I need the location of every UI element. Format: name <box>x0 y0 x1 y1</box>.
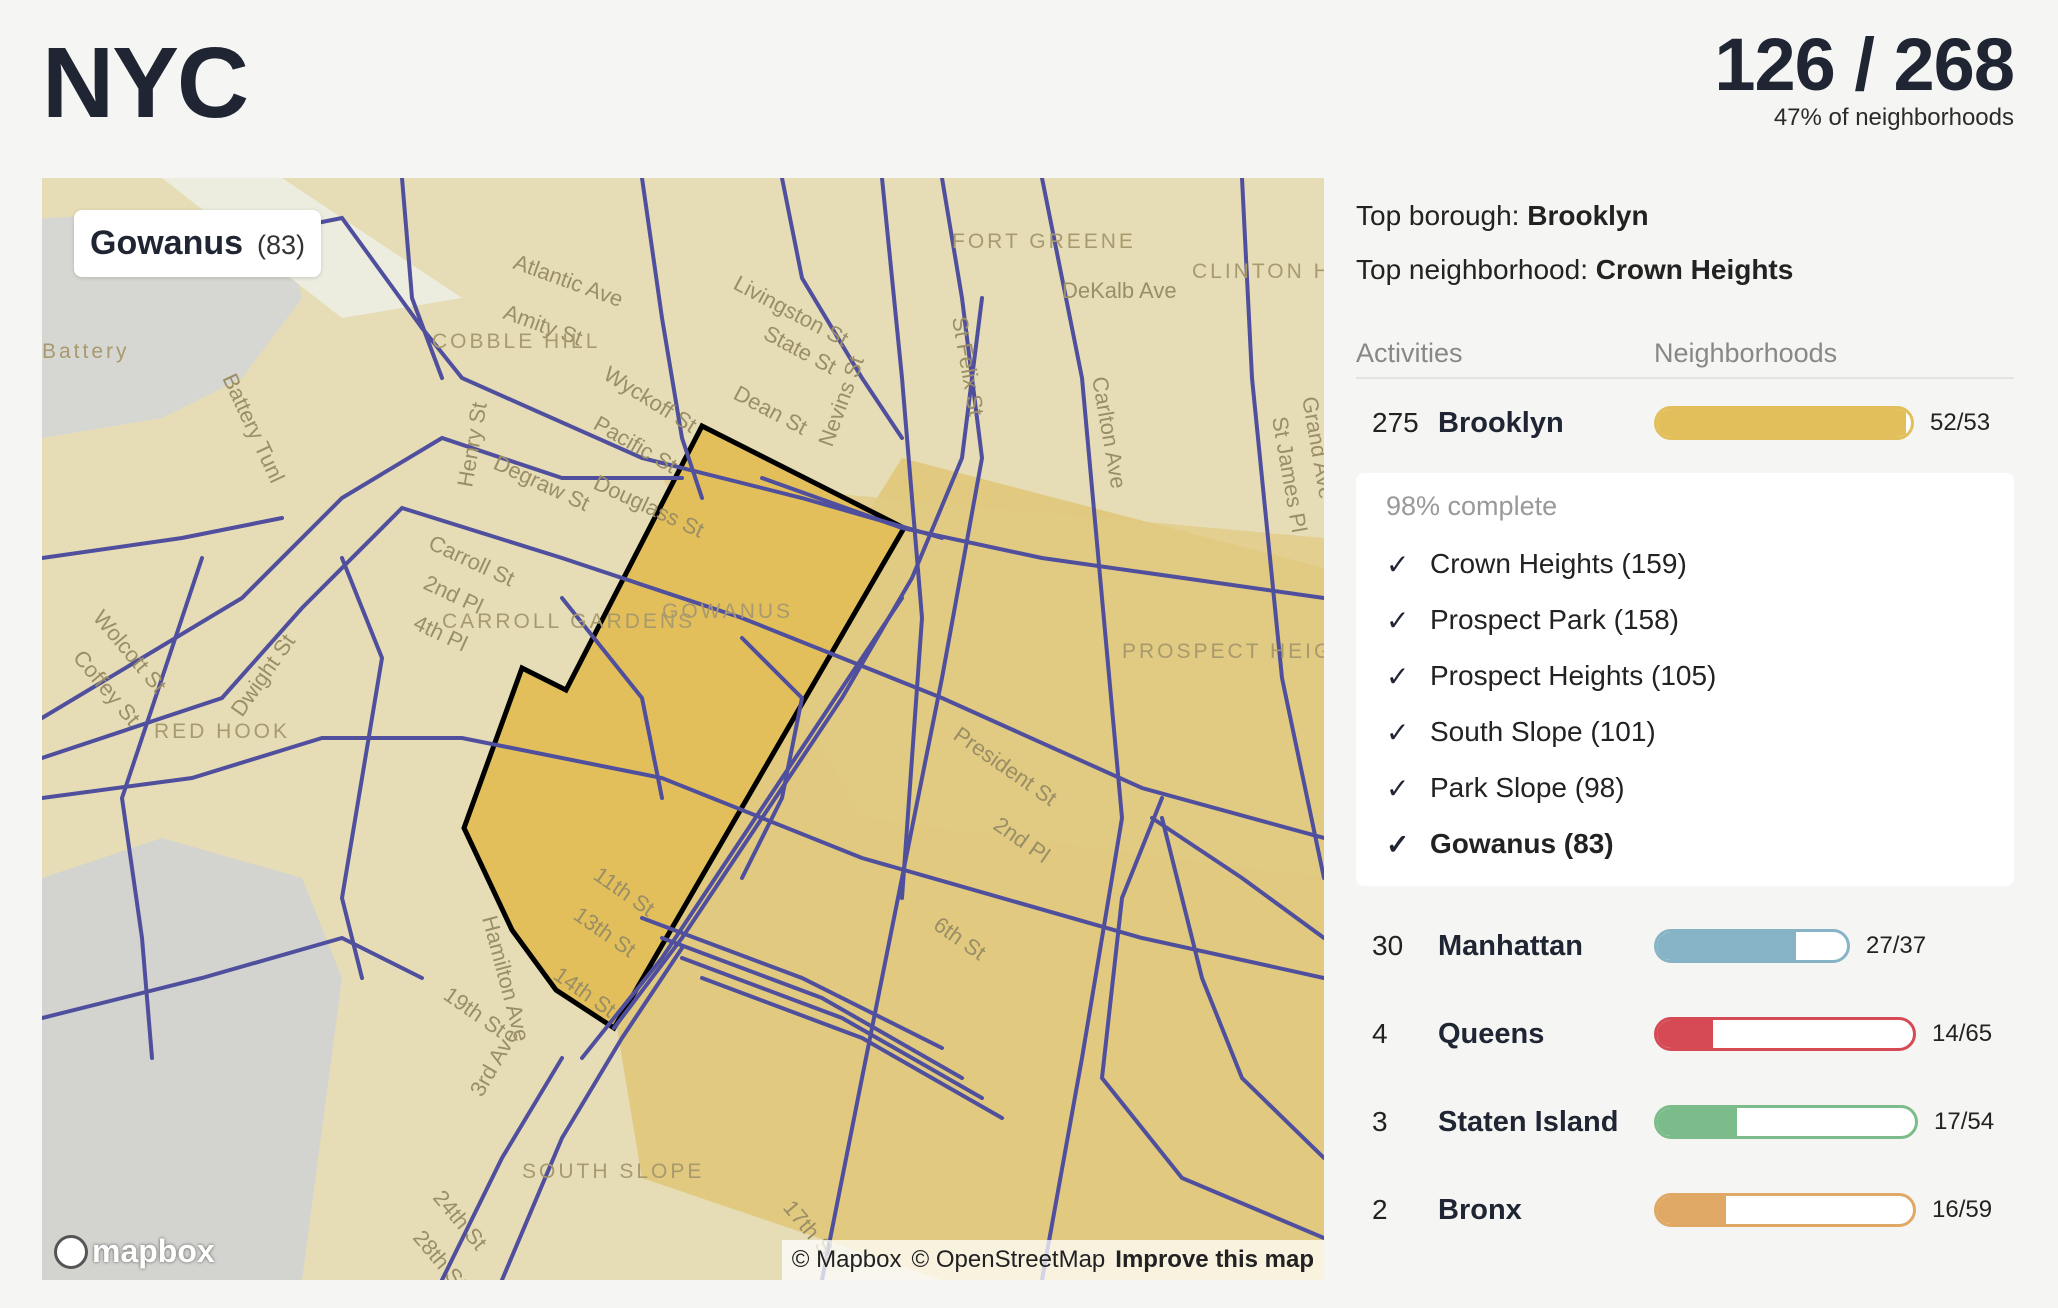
progress-summary: 126 / 268 47% of neighborhoods <box>1714 22 2015 132</box>
borough-row[interactable]: 30 Manhattan 27/37 <box>1356 902 2014 990</box>
progress-bar <box>1654 929 1850 963</box>
progress-fill <box>1657 932 1796 960</box>
table-header: Activities Neighborhoods <box>1356 338 2014 379</box>
borough-name: Staten Island <box>1438 1105 1619 1138</box>
check-icon: ✓ <box>1386 660 1410 692</box>
neighborhood-item[interactable]: ✓ South Slope (101) <box>1386 704 1984 760</box>
neighborhood-item[interactable]: ✓ Prospect Park (158) <box>1386 592 1984 648</box>
map-canvas[interactable]: Atlantic Ave Amity St Livingston St Stat… <box>42 178 1324 1280</box>
neighborhood-tooltip: Gowanus (83) <box>74 210 322 277</box>
borough-name: Brooklyn <box>1438 406 1564 439</box>
borough-name: Queens <box>1438 1017 1545 1050</box>
progress-bar <box>1654 406 1914 440</box>
borough-row[interactable]: 2 Bronx 16/59 <box>1356 1166 2014 1254</box>
completion-percent: 98% complete <box>1386 491 1558 521</box>
area-label: COBBLE HILL <box>432 330 600 353</box>
neighborhood-item-selected[interactable]: ✓ Gowanus (83) <box>1386 816 1984 872</box>
progress-ratio: 52/53 <box>1930 409 1991 436</box>
attribution-mapbox-link[interactable]: © Mapbox <box>792 1246 902 1274</box>
area-label: FORT GREENE <box>952 230 1136 253</box>
progress-bar <box>1654 1105 1918 1139</box>
neighborhood-item[interactable]: ✓ Prospect Heights (105) <box>1386 648 1984 704</box>
neighborhood-percent: 47% of neighborhoods <box>1773 104 2014 131</box>
area-label: CARROLL GARDENS <box>442 610 695 633</box>
progress-ratio: 17/54 <box>1934 1108 1995 1135</box>
progress-fill <box>1657 1196 1727 1224</box>
borough-row[interactable]: 275 Brooklyn 52/53 <box>1356 379 2014 467</box>
neighborhood-label: Prospect Park (158) <box>1430 604 1679 635</box>
activity-count: 3 <box>1372 1106 1388 1137</box>
top-summary: Top borough: Brooklyn Top neighborhood: … <box>1356 200 2014 286</box>
tooltip-name: Gowanus <box>90 224 244 262</box>
progress-ratio: 27/37 <box>1866 932 1927 959</box>
check-icon: ✓ <box>1386 548 1410 580</box>
progress-fill <box>1657 1108 1737 1136</box>
area-label: RED HOOK <box>154 720 290 743</box>
borough-detail-card: 98% complete ✓ Crown Heights (159) ✓ Prosp… <box>1356 473 2014 886</box>
check-icon: ✓ <box>1386 604 1410 636</box>
neighborhood-label: Park Slope (98) <box>1430 772 1625 803</box>
neighborhood-label: Gowanus (83) <box>1430 828 1614 859</box>
area-label: CLINTON HILL <box>1192 260 1324 283</box>
water-area <box>42 838 342 1280</box>
top-neighborhood-value: Crown Heights <box>1595 254 1794 285</box>
neighborhood-count: 126 / 268 <box>1714 23 2015 106</box>
borough-row[interactable]: 3 Staten Island 17/54 <box>1356 1078 2014 1166</box>
top-neighborhood: Top neighborhood: Crown Heights <box>1356 254 2014 286</box>
neighborhood-label: Prospect Heights (105) <box>1430 660 1717 691</box>
area-label: PROSPECT HEIGHTS <box>1122 640 1324 663</box>
area-label: GOWANUS <box>662 600 793 623</box>
borough-name: Manhattan <box>1438 929 1583 962</box>
mapbox-logo-text: mapbox <box>92 1233 215 1269</box>
map-attribution: © Mapbox © OpenStreetMap Improve this ma… <box>781 1240 1324 1280</box>
progress-bar <box>1654 1017 1916 1051</box>
activity-count: 275 <box>1372 407 1419 438</box>
top-borough-label: Top borough: <box>1356 200 1520 231</box>
neighborhood-label: Crown Heights (159) <box>1430 548 1687 579</box>
progress-fill <box>1657 1020 1714 1048</box>
tooltip-count: (83) <box>257 230 306 260</box>
borough-name: Bronx <box>1438 1193 1522 1226</box>
check-icon: ✓ <box>1386 772 1410 804</box>
attribution-osm-link[interactable]: © OpenStreetMap <box>912 1246 1106 1274</box>
col-neighborhoods: Neighborhoods <box>1654 338 1838 368</box>
progress-fill <box>1657 409 1906 437</box>
page-title: NYC <box>42 27 249 139</box>
neighborhood-item[interactable]: ✓ Park Slope (98) <box>1386 760 1984 816</box>
check-icon: ✓ <box>1386 828 1410 860</box>
activity-count: 30 <box>1372 930 1404 961</box>
activity-count: 2 <box>1372 1194 1388 1225</box>
mapbox-icon <box>54 1234 88 1269</box>
progress-ratio: 14/65 <box>1932 1020 1993 1047</box>
borough-row[interactable]: 4 Queens 14/65 <box>1356 990 2014 1078</box>
map[interactable]: Atlantic Ave Amity St Livingston St Stat… <box>42 178 1324 1280</box>
top-borough: Top borough: Brooklyn <box>1356 200 2014 232</box>
check-icon: ✓ <box>1386 716 1410 748</box>
mapbox-logo[interactable]: mapbox <box>54 1233 215 1270</box>
area-label: SOUTH SLOPE <box>522 1160 704 1183</box>
street-label: DeKalb Ave <box>1062 278 1177 303</box>
top-borough-value: Brooklyn <box>1527 200 1649 231</box>
col-activities: Activities <box>1356 338 1463 368</box>
stats-panel: Top borough: Brooklyn Top neighborhood: … <box>1356 200 2014 1254</box>
top-neighborhood-label: Top neighborhood: <box>1356 254 1588 285</box>
progress-ratio: 16/59 <box>1932 1196 1993 1223</box>
area-label: Battery <box>42 340 130 363</box>
neighborhood-item[interactable]: ✓ Crown Heights (159) <box>1386 536 1984 592</box>
activity-count: 4 <box>1372 1018 1388 1049</box>
progress-bar <box>1654 1193 1916 1227</box>
improve-map-link[interactable]: Improve this map <box>1115 1246 1314 1274</box>
neighborhood-label: South Slope (101) <box>1430 716 1656 747</box>
